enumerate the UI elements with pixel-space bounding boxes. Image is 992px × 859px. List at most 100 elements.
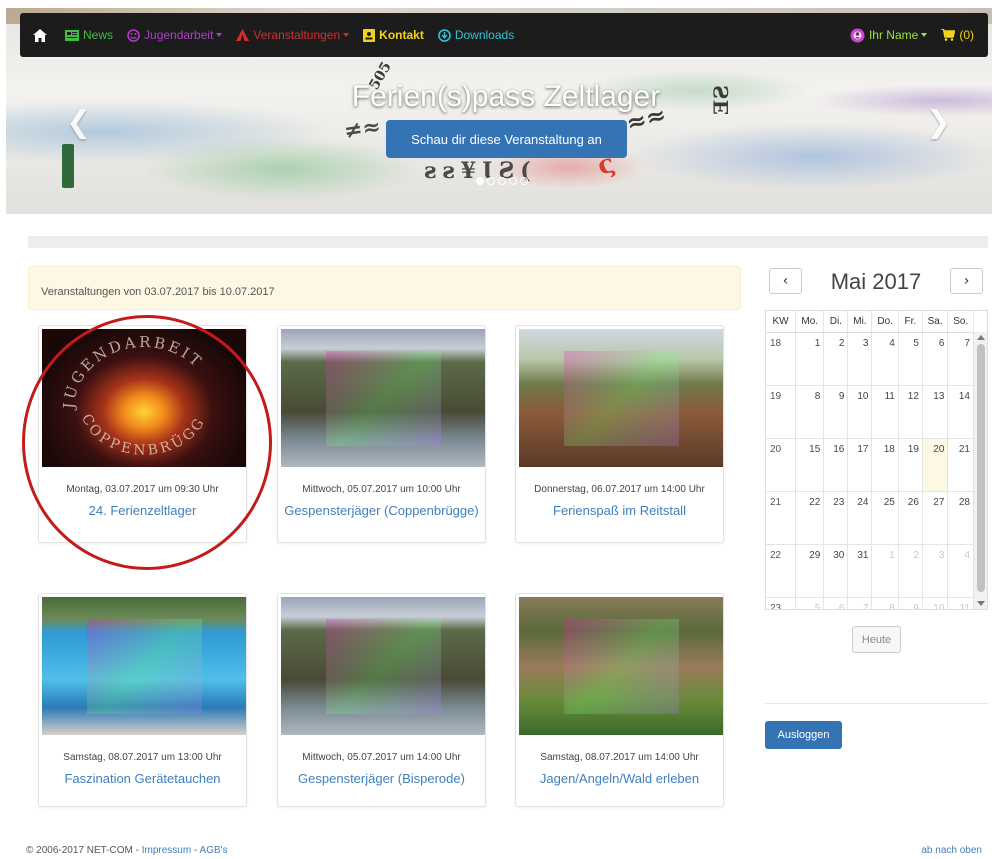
agb-link[interactable]: AGB's [200,845,228,856]
calendar-day-cell[interactable]: 3 [847,332,873,386]
calendar-day-cell[interactable]: 4 [871,332,899,386]
nav-downloads[interactable]: Downloads [438,28,514,42]
calendar-day-cell[interactable]: 8 [871,597,899,609]
event-image-ghost-box[interactable] [281,329,485,467]
carousel-dot[interactable] [498,177,506,185]
calendar-day-cell[interactable]: 6 [922,332,949,386]
calendar-day-cell[interactable]: 19 [898,438,923,492]
event-title-link[interactable]: Gespensterjäger (Coppenbrügge) [278,503,485,519]
home-link[interactable] [33,28,47,42]
calendar-day-cell[interactable]: 27 [922,491,949,545]
event-image-forest[interactable] [519,597,723,735]
calendar-week-number: 23 [766,597,797,609]
calendar-day-cell[interactable]: 1 [795,332,825,386]
calendar-day-cell[interactable]: 3 [922,544,949,598]
carousel-dot[interactable] [509,177,517,185]
cart-link[interactable]: (0) [941,28,974,42]
calendar-day-cell[interactable]: 13 [922,385,949,439]
calendar-day-cell[interactable]: 7 [847,597,873,609]
calendar-day-cell[interactable]: 2 [823,332,849,386]
calendar-week-number: 20 [766,438,797,492]
scroll-up-icon[interactable] [977,335,985,340]
calendar-day-cell[interactable]: 11 [947,597,974,609]
calendar-day-cell[interactable]: 7 [947,332,974,386]
event-title-link[interactable]: Gespensterjäger (Bisperode) [278,771,485,787]
user-menu[interactable]: Ihr Name [850,28,928,43]
nav-jugendarbeit[interactable]: Jugendarbeit [127,28,223,42]
calendar-day-cell[interactable]: 22 [795,491,825,545]
carousel-next-icon[interactable]: ❯ [926,105,951,140]
calendar-day-cell[interactable]: 10 [922,597,949,609]
calendar-day-cell[interactable]: 5 [795,597,825,609]
event-image-horse[interactable] [519,329,723,467]
carousel-dot[interactable] [476,177,484,185]
scroll-down-icon[interactable] [977,601,985,606]
cart-icon [941,29,956,41]
calendar-day-cell[interactable]: 18 [871,438,899,492]
calendar-day-cell[interactable]: 28 [947,491,974,545]
carousel-prev-icon[interactable]: ❮ [66,105,91,140]
nav-news[interactable]: News [65,28,113,42]
calendar-prev-button[interactable]: ‹ [769,268,802,294]
event-card[interactable]: Donnerstag, 06.07.2017 um 14:00 Uhr Feri… [515,325,724,543]
carousel-dot[interactable] [520,177,528,185]
calendar-day-cell[interactable]: 1 [871,544,899,598]
event-card[interactable]: Samstag, 08.07.2017 um 13:00 Uhr Faszina… [38,593,247,807]
calendar-day-cell[interactable]: 14 [947,385,974,439]
nav-downloads-label: Downloads [454,28,515,42]
calendar-day-cell[interactable]: 9 [898,597,923,609]
date-range-notice: Veranstaltungen von 03.07.2017 bis 10.07… [28,266,741,310]
carousel-dot[interactable] [487,177,495,185]
calendar-next-button[interactable]: › [950,268,983,294]
calendar-header-cell: Fr. [898,311,923,333]
calendar-day-cell[interactable]: 20 [922,438,949,492]
calendar-day-cell[interactable]: 10 [847,385,873,439]
nav-veranstaltungen-label: Veranstaltungen [253,28,341,42]
home-icon [33,28,47,42]
calendar-day-cell[interactable]: 17 [847,438,873,492]
calendar-day-cell[interactable]: 30 [823,544,849,598]
calendar-day-cell[interactable]: 29 [795,544,825,598]
calendar-day-cell[interactable]: 26 [898,491,923,545]
calendar-day-cell[interactable]: 5 [898,332,923,386]
calendar-day-cell[interactable]: 23 [823,491,849,545]
nav-veranstaltungen[interactable]: Veranstaltungen [236,28,350,42]
event-card[interactable]: Mittwoch, 05.07.2017 um 14:00 Uhr Gespen… [277,593,486,807]
calendar-day-cell[interactable]: 8 [795,385,825,439]
watermark-logo [326,619,441,714]
calendar-scrollbar[interactable] [973,332,987,609]
calendar-day-cell[interactable]: 25 [871,491,899,545]
footer-copyright: © 2006-2017 NET-COM - Impressum - AGB's [26,845,228,856]
event-title-link[interactable]: Faszination Gerätetauchen [39,771,246,787]
calendar-day-cell[interactable]: 12 [898,385,923,439]
nav-jugendarbeit-label: Jugendarbeit [144,28,214,42]
calendar-day-cell[interactable]: 24 [847,491,873,545]
scrollbar-thumb[interactable] [977,344,985,592]
today-button[interactable]: Heute [852,626,901,653]
calendar-day-cell[interactable]: 16 [823,438,849,492]
event-title-link[interactable]: Ferienspaß im Reitstall [516,503,723,519]
event-date: Donnerstag, 06.07.2017 um 14:00 Uhr [534,484,705,495]
calendar-day-cell[interactable]: 9 [823,385,849,439]
tent-icon [236,29,250,41]
main-navbar: News Jugendarbeit Veranstaltungen Kontak… [20,13,988,57]
carousel-indicators [476,177,528,185]
impressum-link[interactable]: Impressum [142,845,191,856]
hero-cta-button[interactable]: Schau dir diese Veranstaltung an [386,120,627,158]
event-card[interactable]: Samstag, 08.07.2017 um 14:00 Uhr Jagen/A… [515,593,724,807]
event-date: Mittwoch, 05.07.2017 um 14:00 Uhr [302,752,461,763]
calendar-day-cell[interactable]: 31 [847,544,873,598]
calendar-day-cell[interactable]: 11 [871,385,899,439]
event-image-ghost-box[interactable] [281,597,485,735]
calendar-day-cell[interactable]: 4 [947,544,974,598]
calendar-day-cell[interactable]: 6 [823,597,849,609]
calendar-day-cell[interactable]: 2 [898,544,923,598]
event-image-pool[interactable] [42,597,246,735]
event-title-link[interactable]: Jagen/Angeln/Wald erleben [516,771,723,787]
calendar-day-cell[interactable]: 21 [947,438,974,492]
back-to-top-link[interactable]: ab nach oben [921,845,982,856]
calendar-day-cell[interactable]: 15 [795,438,825,492]
event-card[interactable]: Mittwoch, 05.07.2017 um 10:00 Uhr Gespen… [277,325,486,543]
nav-kontakt[interactable]: Kontakt [363,28,424,42]
logout-button[interactable]: Ausloggen [765,721,842,749]
